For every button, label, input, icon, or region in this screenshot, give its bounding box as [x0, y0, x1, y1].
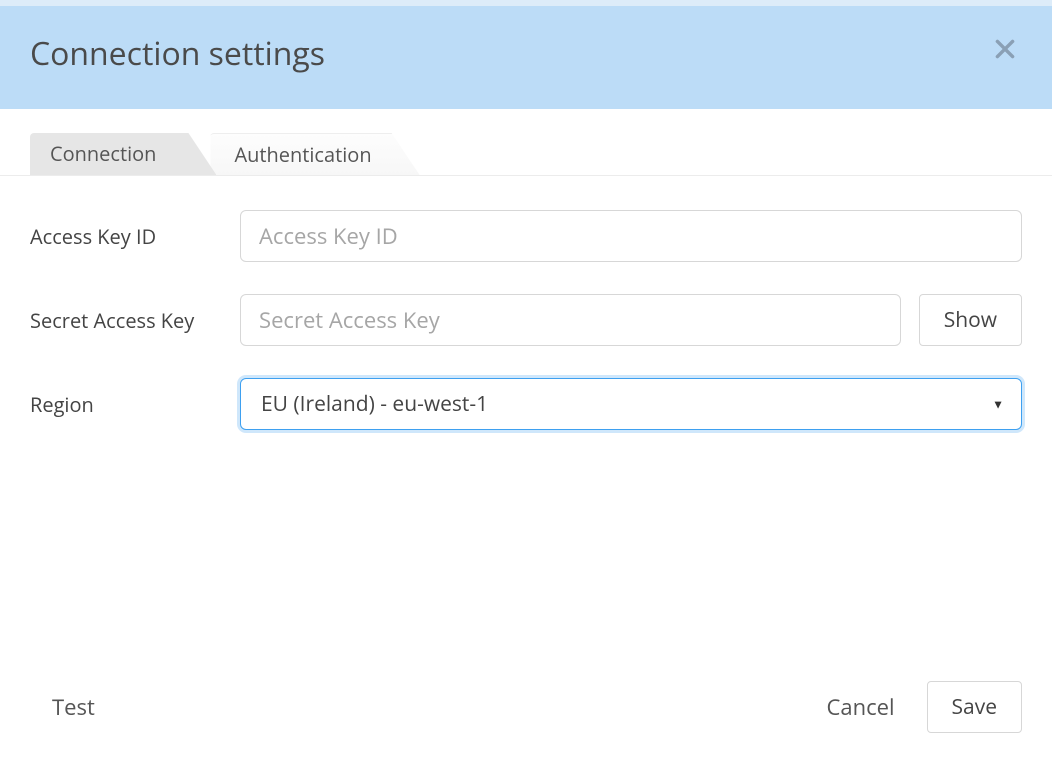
close-icon	[992, 36, 1018, 65]
show-secret-button[interactable]: Show	[919, 294, 1022, 346]
tab-connection[interactable]: Connection	[30, 133, 216, 175]
dialog-header: Connection settings	[0, 6, 1052, 109]
row-secret-access-key: Secret Access Key Show	[30, 294, 1022, 346]
tabs: Connection Authentication	[0, 109, 1052, 176]
tab-authentication[interactable]: Authentication	[210, 133, 419, 175]
dialog-footer: Test Cancel Save	[0, 681, 1052, 763]
connection-settings-dialog: Connection settings Connection Authentic…	[0, 0, 1052, 763]
access-key-id-input[interactable]	[240, 210, 1022, 262]
save-button[interactable]: Save	[927, 681, 1022, 733]
cancel-button[interactable]: Cancel	[823, 686, 899, 728]
dialog-content: Access Key ID Secret Access Key Show Reg…	[0, 176, 1052, 681]
tab-label: Connection	[50, 140, 156, 167]
secret-access-key-input[interactable]	[240, 294, 901, 346]
test-button[interactable]: Test	[48, 686, 99, 728]
region-label: Region	[30, 391, 240, 418]
access-key-id-label: Access Key ID	[30, 223, 240, 250]
row-access-key-id: Access Key ID	[30, 210, 1022, 262]
close-button[interactable]	[988, 32, 1022, 69]
region-select[interactable]: EU (Ireland) - eu-west-1	[240, 378, 1022, 430]
tab-label: Authentication	[234, 141, 371, 168]
dialog-title: Connection settings	[30, 32, 325, 75]
secret-access-key-label: Secret Access Key	[30, 307, 240, 334]
row-region: Region EU (Ireland) - eu-west-1 ▼	[30, 378, 1022, 430]
